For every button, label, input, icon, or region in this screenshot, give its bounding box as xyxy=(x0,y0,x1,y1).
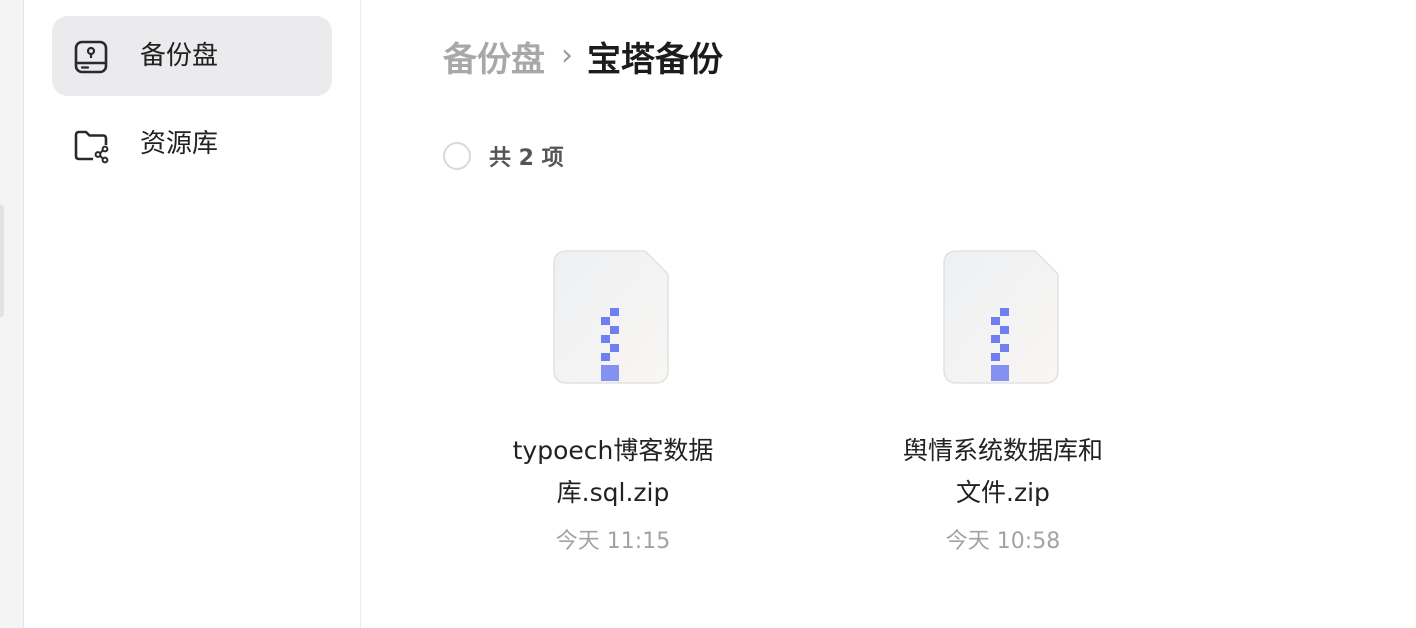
main-content: 备份盘 › 宝塔备份 共 2 项 typoech博客数据 库.sql.zip 今… xyxy=(361,0,1416,628)
item-count-label: 共 2 项 xyxy=(489,146,564,171)
breadcrumb-parent-link[interactable]: 备份盘 xyxy=(443,32,545,81)
page-title: 宝塔备份 xyxy=(587,39,723,80)
select-all-checkbox[interactable] xyxy=(443,142,471,170)
app-window: 备份盘 资源库 备份盘 › 宝塔备份 共 2 项 typoech博客数据 库.s… xyxy=(0,0,1416,628)
file-name: typoech博客数据 库.sql.zip xyxy=(512,436,714,507)
shared-folder-icon xyxy=(74,130,109,164)
sidebar-item-label: 资源库 xyxy=(140,129,219,159)
chevron-right-icon: › xyxy=(561,38,573,73)
file-modified-time: 今天 11:15 xyxy=(555,529,671,554)
resize-handle[interactable] xyxy=(0,205,4,317)
file-item[interactable]: typoech博客数据 库.sql.zip 今天 11:15 xyxy=(468,240,758,560)
sidebar-item-resource-library[interactable]: 资源库 xyxy=(52,104,332,184)
sidebar-item-backup-drive[interactable]: 备份盘 xyxy=(52,16,332,96)
breadcrumb: 备份盘 › 宝塔备份 xyxy=(443,30,723,82)
left-strip xyxy=(0,0,24,628)
zip-file-icon xyxy=(553,250,669,384)
sidebar-item-label: 备份盘 xyxy=(140,41,219,71)
file-item[interactable]: 舆情系统数据库和 文件.zip 今天 10:58 xyxy=(858,240,1148,560)
file-name: 舆情系统数据库和 文件.zip xyxy=(902,436,1103,507)
zip-file-icon xyxy=(943,250,1059,384)
drive-icon xyxy=(74,40,108,74)
file-modified-time: 今天 10:58 xyxy=(945,529,1061,554)
selection-bar: 共 2 项 xyxy=(443,140,564,172)
sidebar: 备份盘 资源库 xyxy=(24,0,361,628)
